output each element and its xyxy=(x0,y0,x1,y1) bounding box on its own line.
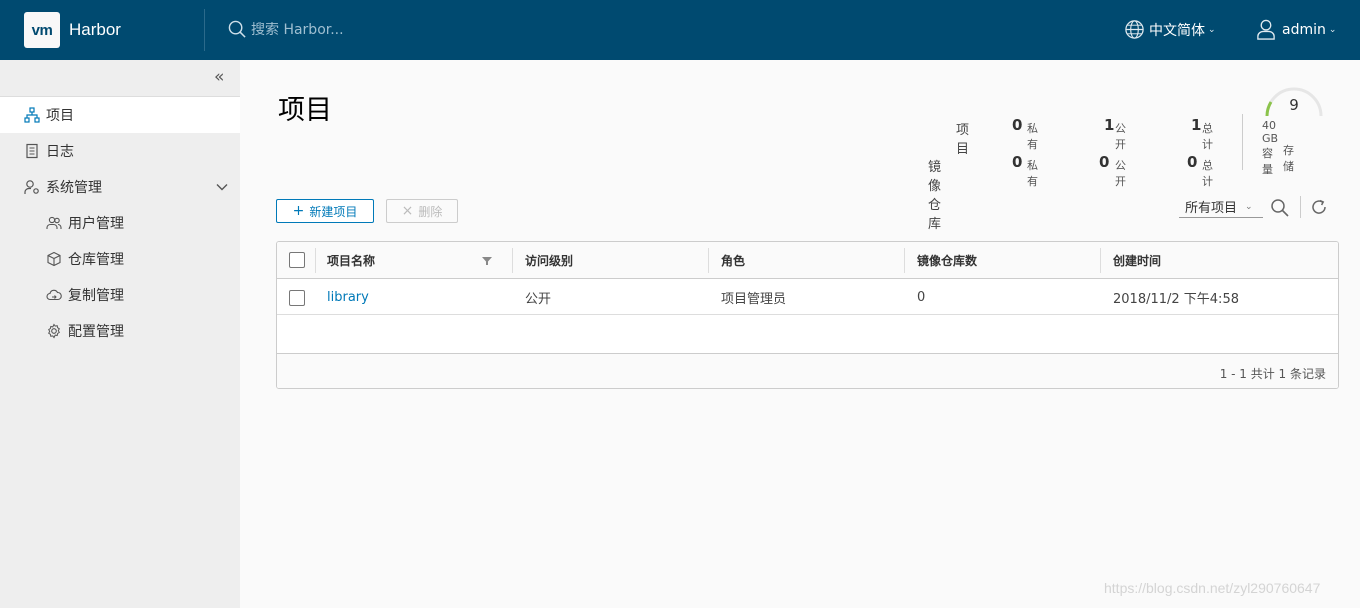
table-row[interactable]: library 公开 项目管理员 0 2018/11/2 下午4:58 xyxy=(277,279,1338,315)
repo-count: 0 xyxy=(917,289,926,305)
column-separator xyxy=(904,248,905,273)
project-filter-select[interactable]: 所有项目 ⌄ xyxy=(1179,196,1263,218)
sidebar-item-label: 用户管理 xyxy=(68,216,124,232)
watermark: https://blog.csdn.net/zyl290760647 xyxy=(1104,580,1321,596)
chevron-down-icon: ⌄ xyxy=(1328,24,1337,35)
capacity-value: 9 xyxy=(1289,96,1299,114)
username: admin xyxy=(1282,21,1326,38)
chevron-down-icon xyxy=(216,184,228,191)
user-menu[interactable]: admin ⌄ xyxy=(1256,19,1336,40)
stat-total-label: 总计 xyxy=(1202,159,1213,188)
sidebar-item-label: 系统管理 xyxy=(46,180,102,196)
page-title: 项目 xyxy=(278,95,332,126)
sidebar-item-system-admin[interactable]: 系统管理 xyxy=(0,169,240,205)
system-admin-icon xyxy=(24,180,39,194)
sidebar-item-label: 复制管理 xyxy=(68,288,124,304)
replication-icon xyxy=(46,289,62,301)
toolbar-divider xyxy=(1300,196,1301,218)
projects-table: 项目名称 访问级别 角色 镜像仓库数 创建时间 library 公开 项目管理员… xyxy=(276,241,1339,389)
column-header-name[interactable]: 项目名称 xyxy=(327,242,375,279)
table-footer: 1 - 1 共计 1 条记录 xyxy=(277,353,1338,388)
stat-repo-label: 镜像仓库 xyxy=(928,160,942,232)
sidebar-item-logs[interactable]: 日志 xyxy=(0,133,240,169)
column-header-repo-count[interactable]: 镜像仓库数 xyxy=(917,242,977,279)
stat-project-public: 1 xyxy=(1104,116,1115,134)
access-level: 公开 xyxy=(525,291,552,307)
close-icon: × xyxy=(401,203,414,219)
sidebar-item-config[interactable]: 配置管理 xyxy=(0,313,240,349)
globe-icon xyxy=(1125,20,1144,39)
sidebar-item-label: 配置管理 xyxy=(68,324,124,340)
column-header-role[interactable]: 角色 xyxy=(721,242,745,279)
column-separator xyxy=(708,248,709,273)
stat-repo-public: 0 xyxy=(1099,153,1110,171)
new-project-button[interactable]: + 新建项目 xyxy=(276,199,374,223)
sidebar: « 项目 日志 系统管理 用户管理 仓库管理 复制管理 配置管理 xyxy=(0,60,240,608)
table-header: 项目名称 访问级别 角色 镜像仓库数 创建时间 xyxy=(277,242,1338,279)
sidebar-item-label: 项目 xyxy=(46,108,74,124)
stat-public-label: 公开 xyxy=(1115,159,1126,188)
role: 项目管理员 xyxy=(721,291,787,307)
stat-public-label: 公开 xyxy=(1115,122,1126,151)
stat-project-total: 1 xyxy=(1191,116,1202,134)
language-label: 中文简体 xyxy=(1149,22,1205,39)
stat-project-label: 项目 xyxy=(956,123,970,157)
project-icon xyxy=(24,107,40,123)
vmware-logo[interactable]: vm xyxy=(24,12,60,48)
delete-button[interactable]: × 删除 xyxy=(386,199,458,223)
sidebar-item-label: 仓库管理 xyxy=(68,252,124,268)
storage-label: 存储 xyxy=(1283,144,1294,173)
top-header: vm Harbor 中文简体 ⌄ admin ⌄ xyxy=(0,0,1360,60)
stat-total-label: 总计 xyxy=(1202,122,1213,151)
refresh-icon[interactable] xyxy=(1310,198,1328,216)
plus-icon: + xyxy=(292,203,305,219)
sidebar-item-registries[interactable]: 仓库管理 xyxy=(0,241,240,277)
header-divider xyxy=(204,9,205,51)
filter-value: 所有项目 xyxy=(1185,201,1238,216)
sidebar-item-label: 日志 xyxy=(46,144,74,160)
user-icon xyxy=(1257,19,1275,40)
column-header-created[interactable]: 创建时间 xyxy=(1113,242,1161,279)
stat-private-label: 私有 xyxy=(1027,122,1038,151)
stats-divider xyxy=(1242,114,1243,170)
chevron-down-icon: ⌄ xyxy=(1208,24,1216,35)
filter-icon[interactable] xyxy=(482,256,492,266)
stat-repo-total: 0 xyxy=(1187,153,1198,171)
global-search[interactable] xyxy=(228,20,451,39)
stat-private-label: 私有 xyxy=(1027,159,1038,188)
stat-repo-private: 0 xyxy=(1012,153,1023,171)
capacity-text: 40 GB 容量 xyxy=(1262,119,1279,176)
users-icon xyxy=(46,216,62,229)
sidebar-item-replication[interactable]: 复制管理 xyxy=(0,277,240,313)
stat-project-private: 0 xyxy=(1012,116,1023,134)
brand-name[interactable]: Harbor xyxy=(69,20,121,40)
column-header-access[interactable]: 访问级别 xyxy=(525,242,573,279)
log-icon xyxy=(26,143,38,159)
collapse-sidebar-icon[interactable]: « xyxy=(214,69,230,86)
config-icon xyxy=(48,323,60,339)
select-all-checkbox[interactable] xyxy=(289,252,305,268)
new-project-label: 新建项目 xyxy=(309,204,358,219)
registry-icon xyxy=(47,251,61,267)
sidebar-item-users[interactable]: 用户管理 xyxy=(0,205,240,241)
column-separator xyxy=(1100,248,1101,273)
delete-label: 删除 xyxy=(418,204,443,219)
language-selector[interactable]: 中文简体 ⌄ xyxy=(1124,19,1216,40)
search-icon[interactable] xyxy=(1270,198,1290,218)
column-separator xyxy=(315,248,316,273)
search-input[interactable] xyxy=(251,21,451,38)
search-icon xyxy=(228,20,246,38)
sidebar-item-projects[interactable]: 项目 xyxy=(0,97,240,133)
column-separator xyxy=(512,248,513,273)
project-name-link[interactable]: library xyxy=(327,279,369,315)
chevron-down-icon: ⌄ xyxy=(1245,201,1253,212)
pagination-summary: 1 - 1 共计 1 条记录 xyxy=(1219,367,1326,381)
creation-time: 2018/11/2 下午4:58 xyxy=(1113,291,1239,307)
row-checkbox[interactable] xyxy=(289,290,305,306)
